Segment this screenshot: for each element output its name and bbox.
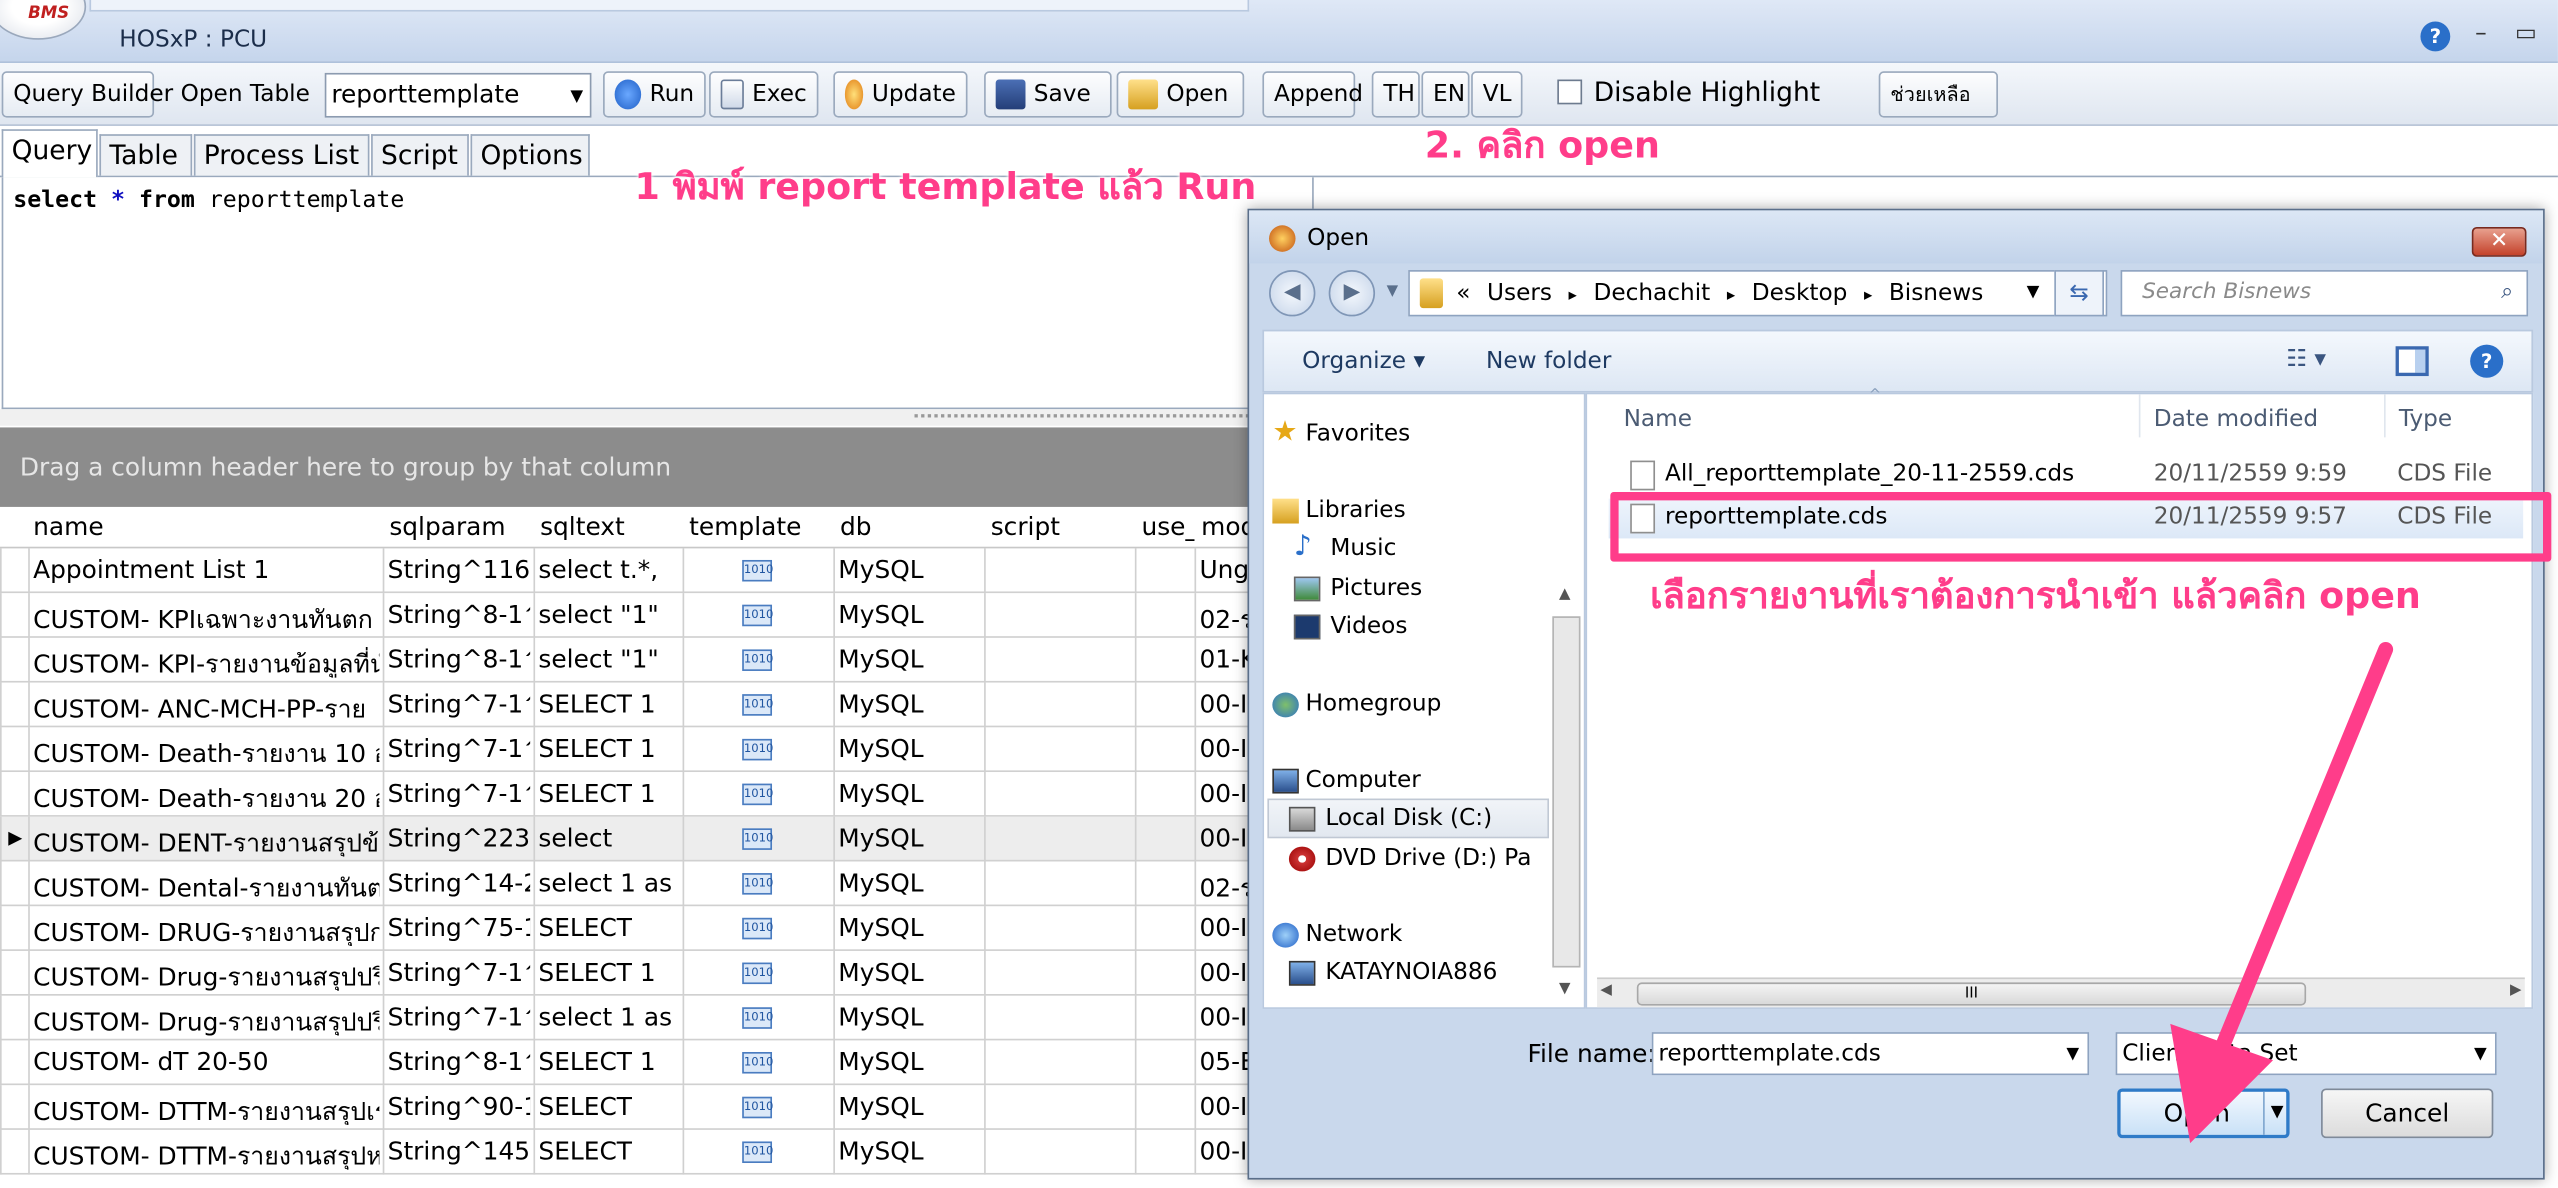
screenshot-stage: BMS HOSxP : PCU ? – ▭ Query Builder Open…	[0, 0, 2558, 1188]
annotation-arrow	[2170, 641, 2394, 1144]
